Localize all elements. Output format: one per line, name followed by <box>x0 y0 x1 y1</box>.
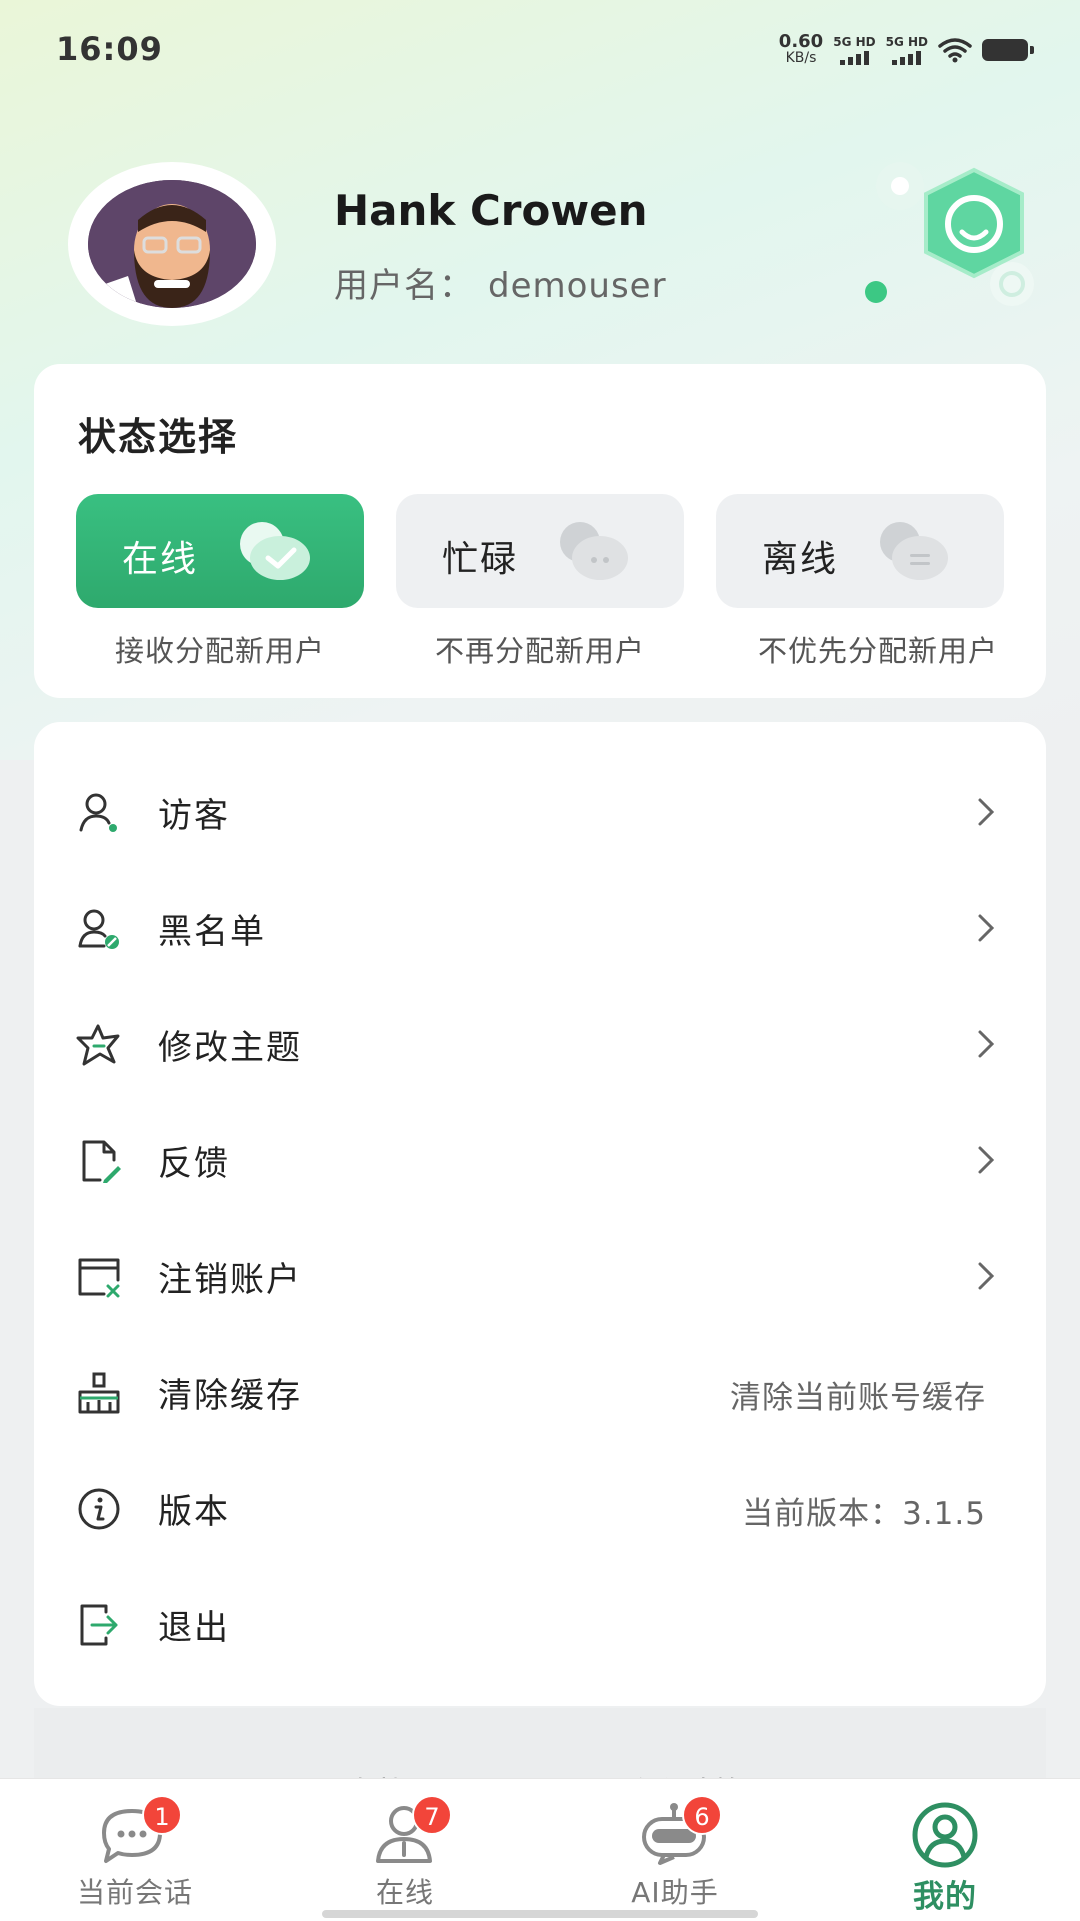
profile-username: 用户名： demouser <box>334 266 667 306</box>
avatar-portrait <box>88 180 256 308</box>
feedback-icon <box>82 1140 121 1183</box>
offline-chat-bubble-icon <box>880 522 948 580</box>
status-busy-desc: 不再分配新用户 <box>434 634 645 668</box>
net-speed: 0.60 KB/s <box>778 31 824 67</box>
chevron-right-icon <box>978 798 995 826</box>
online-count-badge: 7 <box>412 1795 452 1835</box>
logout-icon <box>80 1604 118 1646</box>
status-bar: 16:09 0.60 KB/s 5G HD 5G HD <box>0 0 1080 100</box>
chevron-right-icon <box>978 1146 995 1174</box>
menu-item-visitors[interactable]: 访客 <box>34 754 1046 870</box>
profile-icon <box>912 1802 978 1868</box>
tab-mine[interactable]: 我的 <box>810 1779 1080 1921</box>
clear-cache-hint: 清除当前账号缓存 <box>730 1380 986 1416</box>
menu-item-clear-cache[interactable]: 清除缓存 清除当前账号缓存 <box>34 1334 1046 1450</box>
version-value: 当前版本：3.1.5 <box>742 1496 986 1532</box>
info-icon <box>78 1488 120 1530</box>
clear-cache-icon <box>78 1372 120 1414</box>
busy-chat-bubble-icon <box>560 522 628 580</box>
home-indicator <box>322 1910 758 1918</box>
delete-account-icon <box>78 1258 120 1298</box>
status-offline-desc: 不优先分配新用户 <box>757 634 998 668</box>
menu-item-theme[interactable]: 修改主题 <box>34 986 1046 1102</box>
menu-item-delete-account[interactable]: 注销账户 <box>34 1218 1046 1334</box>
profile-display-name: Hank Crowen <box>334 186 648 235</box>
signal-sim1-icon: 5G HD <box>833 35 876 65</box>
tab-current-sessions[interactable]: 1 当前会话 <box>0 1779 270 1921</box>
status-online-button[interactable]: 在线 <box>76 494 364 608</box>
menu-item-version[interactable]: 版本 当前版本：3.1.5 <box>34 1450 1046 1566</box>
menu-item-feedback[interactable]: 反馈 <box>34 1102 1046 1218</box>
settings-menu-card: 访客 黑名单 修改主题 反馈 注销账户 清除缓存 清除当前账号缓存 版本 当前版… <box>34 722 1046 1706</box>
chevron-right-icon <box>978 914 995 942</box>
avatar[interactable] <box>68 162 276 326</box>
menu-item-logout[interactable]: 退出 <box>34 1566 1046 1682</box>
chevron-right-icon <box>978 1262 995 1290</box>
visitor-icon <box>79 793 117 832</box>
tab-online[interactable]: 7 在线 <box>270 1779 540 1921</box>
privacy-policy-link[interactable]: 隐私政策 <box>624 1768 744 1778</box>
online-chat-bubble-icon <box>240 522 310 580</box>
theme-icon <box>76 1024 120 1066</box>
blacklist-icon <box>78 909 119 949</box>
status-offline-button[interactable]: 离线 <box>716 494 1004 608</box>
bottom-tab-bar: 1 当前会话 7 在线 6 AI助手 我的 <box>0 1778 1080 1921</box>
battery-icon <box>982 39 1034 61</box>
customer-service-icon <box>865 162 1034 306</box>
unread-badge: 1 <box>142 1795 182 1835</box>
profile-header: Hank Crowen 用户名： demouser <box>0 150 1080 350</box>
chevron-right-icon <box>978 1030 995 1058</box>
tab-ai-assistant[interactable]: 6 AI助手 <box>540 1779 810 1921</box>
footer-links: 服务协议 隐私政策 <box>34 1708 1046 1778</box>
signal-sim2-icon: 5G HD <box>886 35 928 65</box>
status-online-desc: 接收分配新用户 <box>114 634 325 668</box>
service-agreement-link[interactable]: 服务协议 <box>318 1768 438 1778</box>
status-time: 16:09 <box>56 30 163 68</box>
status-busy-button[interactable]: 忙碌 <box>396 494 684 608</box>
wifi-icon <box>938 38 972 63</box>
ai-badge: 6 <box>682 1795 722 1835</box>
status-indicators: 0.60 KB/s 5G HD 5G HD <box>778 31 1034 67</box>
status-selection-card: 状态选择 在线 接收分配新用户 忙碌 不再分配新用户 离线 不优先分配新用户 <box>34 364 1046 698</box>
menu-item-blacklist[interactable]: 黑名单 <box>34 870 1046 986</box>
status-section-title: 状态选择 <box>78 415 239 459</box>
